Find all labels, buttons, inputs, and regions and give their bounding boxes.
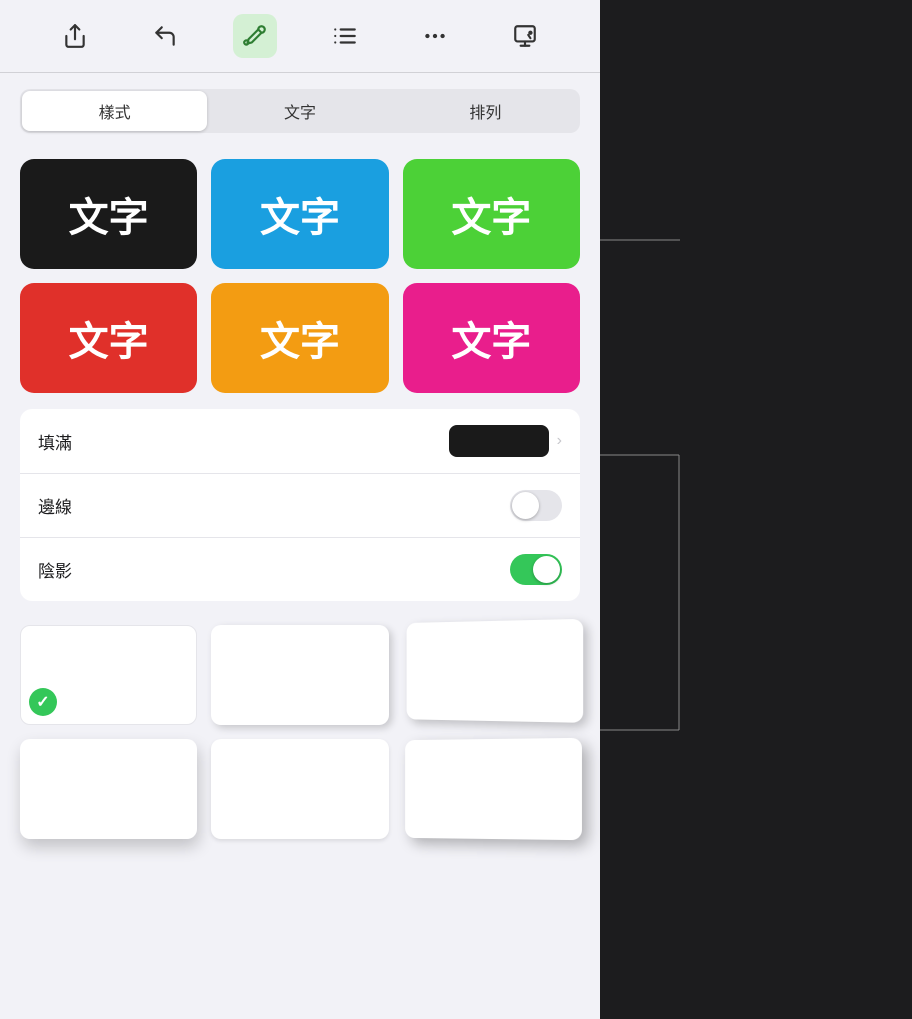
fill-row-right: › [449,425,562,457]
toolbar [0,0,600,73]
preset-red[interactable]: 文字 [20,283,197,393]
shadow-preset-5[interactable] [211,739,388,839]
shadow-label: 陰影 [38,557,510,582]
shadow-presets [0,615,600,855]
fill-chevron-icon: › [557,432,562,450]
preset-green[interactable]: 文字 [403,159,580,269]
undo-icon[interactable] [143,14,187,58]
fill-row[interactable]: 填滿 › [20,409,580,474]
shadow-preset-2[interactable] [211,625,388,725]
fill-color-swatch[interactable] [449,425,549,457]
shadow-preset-6[interactable] [405,738,582,840]
style-options-section: 填滿 › 邊線 陰影 [20,409,580,601]
tab-style[interactable]: 樣式 [22,91,207,131]
preset-red-label: 文字 [69,309,149,367]
style-presets: 文字 文字 文字 文字 文字 文字 [0,149,600,409]
border-row-right [510,490,562,521]
share-icon[interactable] [53,14,97,58]
shadow-preset-4[interactable] [20,739,197,839]
shadow-preset-3[interactable] [406,619,583,723]
preset-green-label: 文字 [451,185,531,243]
more-options-icon[interactable] [413,14,457,58]
tab-bar: 樣式 文字 排列 [20,89,580,133]
tab-arrange[interactable]: 排列 [393,91,578,131]
preset-pink[interactable]: 文字 [403,283,580,393]
dark-side-panel [600,0,912,1019]
shadow-toggle[interactable] [510,554,562,585]
preset-black-label: 文字 [69,185,149,243]
preset-pink-label: 文字 [451,309,531,367]
shadow-row[interactable]: 陰影 [20,538,580,601]
preset-black[interactable]: 文字 [20,159,197,269]
border-row[interactable]: 邊線 [20,474,580,538]
preset-blue[interactable]: 文字 [211,159,388,269]
list-icon[interactable] [323,14,367,58]
shadow-preset-1[interactable] [20,625,197,725]
preview-icon[interactable] [503,14,547,58]
preset-orange-label: 文字 [260,309,340,367]
border-label: 邊線 [38,493,510,518]
fill-label: 填滿 [38,429,449,454]
shadow-toggle-thumb [533,556,560,583]
format-panel: 樣式 文字 排列 文字 文字 文字 文字 文字 文字 填滿 › [0,0,600,1019]
preset-orange[interactable]: 文字 [211,283,388,393]
connector-lines [600,0,912,1019]
format-paintbrush-icon[interactable] [233,14,277,58]
tab-text[interactable]: 文字 [207,91,392,131]
border-toggle[interactable] [510,490,562,521]
border-toggle-thumb [512,492,539,519]
preset-blue-label: 文字 [260,185,340,243]
selected-check [29,688,57,716]
shadow-row-right [510,554,562,585]
